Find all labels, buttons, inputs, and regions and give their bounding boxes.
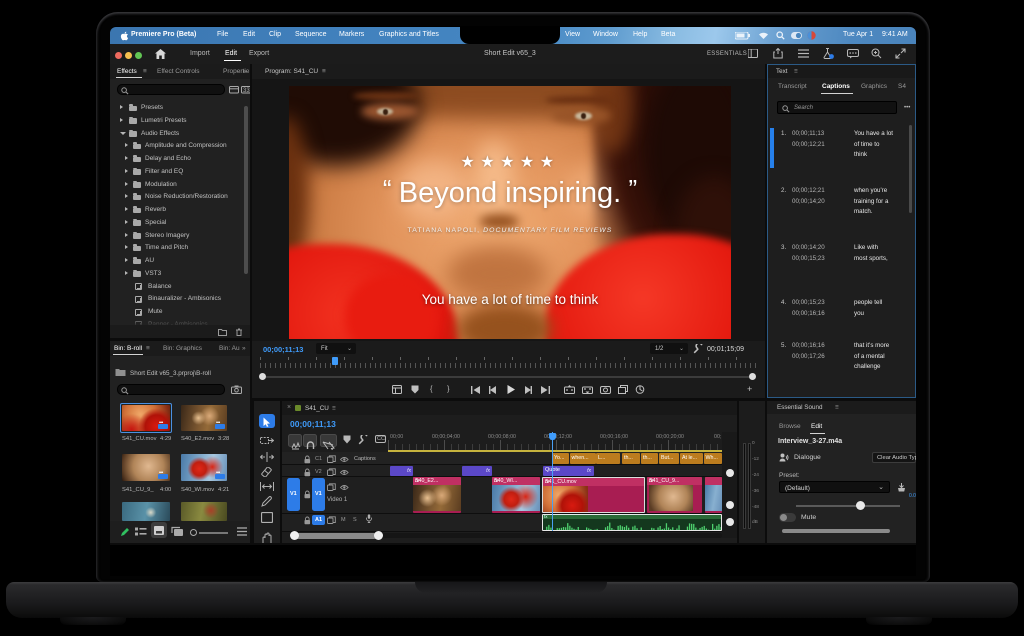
svg-text:33: 33 xyxy=(243,88,250,94)
